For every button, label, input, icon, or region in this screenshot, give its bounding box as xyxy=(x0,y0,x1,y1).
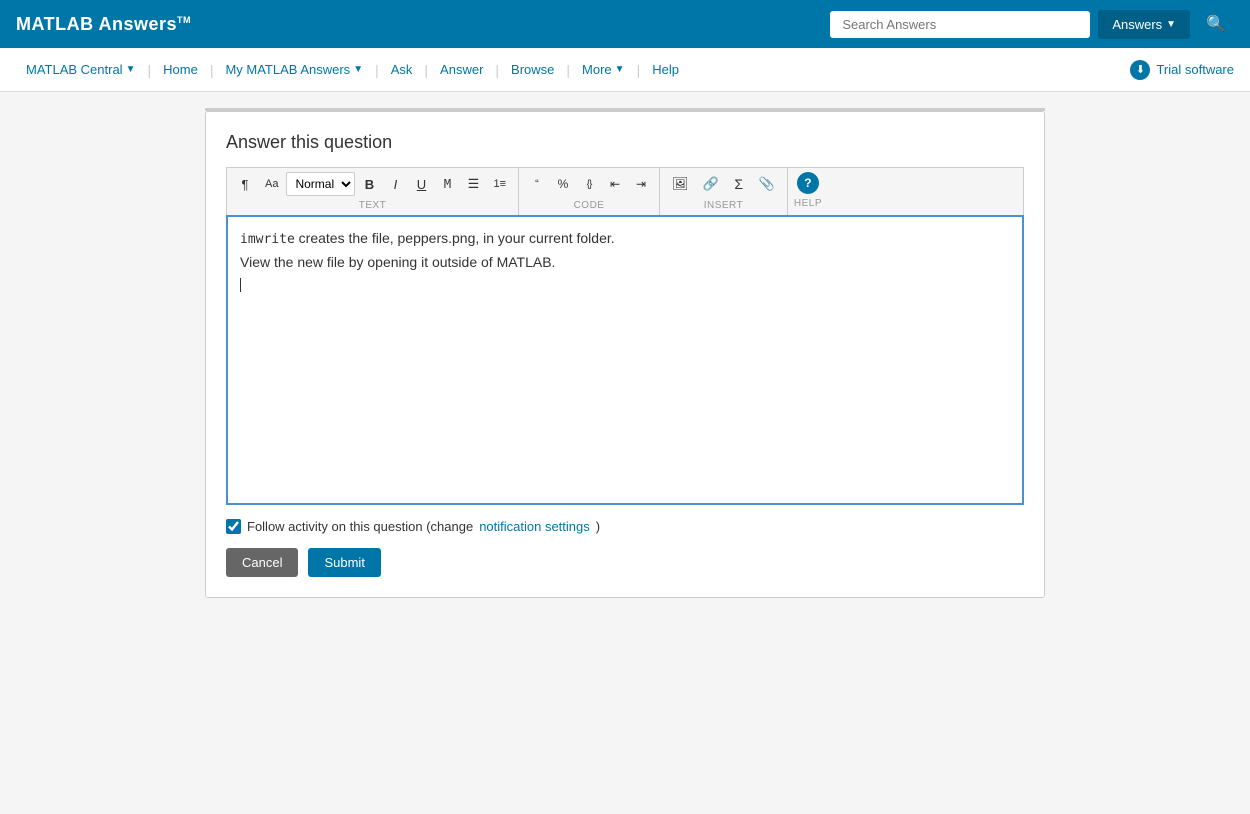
editor-line-2-text: View the new file by opening it outside … xyxy=(240,254,555,270)
editor-line-1-text: creates the file, peppers.png, in your c… xyxy=(295,230,615,246)
notification-settings-link[interactable]: notification settings xyxy=(479,519,590,534)
nav-ask[interactable]: Ask xyxy=(381,50,423,89)
nav-divider-6: | xyxy=(564,62,572,78)
search-button[interactable]: 🔍 xyxy=(1198,10,1234,38)
toolbar-code-section: “ % {} ⇤ ⇥ CODE xyxy=(519,168,660,215)
editor-line-1: imwrite creates the file, peppers.png, i… xyxy=(240,227,1010,251)
main-content: Answer this question ¶ Aa Normal B I U M… xyxy=(0,92,1250,614)
trial-software-icon: ⬇ xyxy=(1130,60,1150,80)
toolbar-indent-right-button[interactable]: ⇥ xyxy=(629,172,653,196)
toolbar-insert-section: 🖼 🔗 Σ 📎 INSERT xyxy=(660,168,788,215)
toolbar-format-select[interactable]: Normal xyxy=(286,172,355,196)
toolbar-code-label: CODE xyxy=(574,200,605,211)
toolbar-help-label: HELP xyxy=(794,198,822,209)
nav-browse[interactable]: Browse xyxy=(501,50,564,89)
my-matlab-answers-dropdown-icon: ▼ xyxy=(353,64,363,75)
action-buttons: Cancel Submit xyxy=(226,548,1024,577)
toolbar-code-controls: “ % {} ⇤ ⇥ xyxy=(525,172,653,196)
nav-divider-2: | xyxy=(208,62,216,78)
editor-line-3 xyxy=(240,273,1010,295)
search-input[interactable] xyxy=(830,11,1090,38)
editor-toolbar: ¶ Aa Normal B I U M ☰ 1≡ TEXT “ xyxy=(226,167,1024,215)
toolbar-indent-left-button[interactable]: ⇤ xyxy=(603,172,627,196)
matlab-central-dropdown-icon: ▼ xyxy=(126,64,136,75)
submit-button[interactable]: Submit xyxy=(308,548,380,577)
nav-divider-1: | xyxy=(145,62,153,78)
nav-divider-7: | xyxy=(635,62,643,78)
nav-answer[interactable]: Answer xyxy=(430,50,493,89)
toolbar-insert-label: INSERT xyxy=(704,200,744,211)
logo-area: MATLAB AnswersTM xyxy=(16,14,191,35)
follow-label-text: Follow activity on this question (change xyxy=(247,519,473,534)
toolbar-percent-button[interactable]: % xyxy=(551,172,575,196)
answer-form-title: Answer this question xyxy=(226,132,1024,153)
follow-suffix: ) xyxy=(596,519,600,534)
trademark: TM xyxy=(177,15,191,25)
nav-divider-5: | xyxy=(493,62,501,78)
answer-form: Answer this question ¶ Aa Normal B I U M… xyxy=(205,111,1045,598)
toolbar-text-controls: ¶ Aa Normal B I U M ☰ 1≡ xyxy=(233,172,512,196)
toolbar-monospace-button[interactable]: M xyxy=(435,172,459,196)
toolbar-math-button[interactable]: Σ xyxy=(727,172,751,196)
answers-dropdown-arrow-icon: ▼ xyxy=(1166,19,1176,30)
toolbar-image-button[interactable]: 🖼 xyxy=(666,172,695,196)
top-navbar: MATLAB AnswersTM Answers ▼ 🔍 xyxy=(0,0,1250,48)
follow-section: Follow activity on this question (change… xyxy=(226,519,1024,534)
toolbar-italic-button[interactable]: I xyxy=(383,172,407,196)
more-dropdown-icon: ▼ xyxy=(615,64,625,75)
toolbar-insert-controls: 🖼 🔗 Σ 📎 xyxy=(666,172,781,196)
toolbar-unordered-list-button[interactable]: ☰ xyxy=(461,172,485,196)
toolbar-bold-button[interactable]: B xyxy=(357,172,381,196)
text-cursor xyxy=(240,278,241,292)
app-logo: MATLAB AnswersTM xyxy=(16,14,191,35)
toolbar-code-inline-button[interactable]: {} xyxy=(577,172,601,196)
follow-checkbox[interactable] xyxy=(226,519,241,534)
trial-software-link[interactable]: ⬇ Trial software xyxy=(1130,60,1234,80)
editor-line-2: View the new file by opening it outside … xyxy=(240,251,1010,273)
toolbar-help-section: ? HELP xyxy=(788,168,828,215)
nav-matlab-central[interactable]: MATLAB Central ▼ xyxy=(16,50,145,89)
toolbar-text-label: TEXT xyxy=(359,200,387,211)
toolbar-help-controls: ? xyxy=(797,172,819,194)
toolbar-help-button[interactable]: ? xyxy=(797,172,819,194)
cancel-button[interactable]: Cancel xyxy=(226,548,298,577)
editor-content-area[interactable]: imwrite creates the file, peppers.png, i… xyxy=(226,215,1024,505)
nav-help[interactable]: Help xyxy=(642,50,689,89)
toolbar-attach-button[interactable]: 📎 xyxy=(753,172,781,196)
nav-links: MATLAB Central ▼ | Home | My MATLAB Answ… xyxy=(16,50,689,89)
nav-more[interactable]: More ▼ xyxy=(572,50,635,89)
secondary-navbar: MATLAB Central ▼ | Home | My MATLAB Answ… xyxy=(0,48,1250,92)
top-bar-right: Answers ▼ 🔍 xyxy=(830,10,1234,39)
toolbar-ordered-list-button[interactable]: 1≡ xyxy=(487,172,512,196)
nav-divider-4: | xyxy=(422,62,430,78)
nav-divider-3: | xyxy=(373,62,381,78)
toolbar-text-section: ¶ Aa Normal B I U M ☰ 1≡ TEXT xyxy=(227,168,519,215)
toolbar-underline-button[interactable]: U xyxy=(409,172,433,196)
toolbar-paragraph-icon[interactable]: ¶ xyxy=(233,172,257,196)
toolbar-blockquote-button[interactable]: “ xyxy=(525,172,549,196)
toolbar-text-size-icon[interactable]: Aa xyxy=(259,172,284,196)
nav-home[interactable]: Home xyxy=(153,50,208,89)
answers-dropdown-button[interactable]: Answers ▼ xyxy=(1098,10,1190,39)
editor-code-imwrite: imwrite xyxy=(240,232,295,247)
toolbar-link-button[interactable]: 🔗 xyxy=(697,172,725,196)
nav-my-matlab-answers[interactable]: My MATLAB Answers ▼ xyxy=(215,50,373,89)
